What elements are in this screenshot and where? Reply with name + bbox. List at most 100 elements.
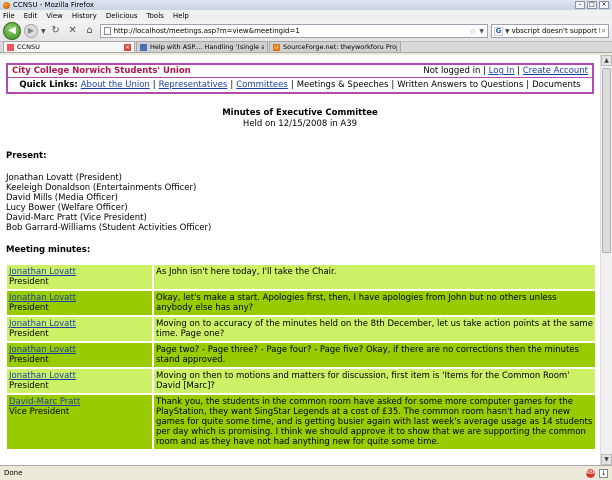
forward-button[interactable]: ▶ [24,24,38,38]
scroll-up-icon[interactable]: ▲ [601,55,612,66]
statement-cell: Moving on to accuracy of the minutes hel… [154,317,595,341]
speaker-cell: Jonathan Lovatt President [7,369,152,393]
site-header: City College Norwich Students' Union Not… [6,63,594,94]
login-link[interactable]: Log In [489,66,515,76]
search-engine-dropdown-icon[interactable]: ▼ [505,28,510,35]
google-icon[interactable]: G [494,26,503,36]
page-title: Minutes of Executive Committee [222,108,378,118]
title-bar: CCNSU - Mozilla Firefox – □ × [0,0,612,10]
page-content: City College Norwich Students' Union Not… [0,55,600,465]
speaker-role: President [9,381,49,391]
account-links: Not logged in | Log In | Create Account [423,66,588,76]
menu-file[interactable]: File [3,12,15,20]
url-dropdown-icon[interactable]: ▼ [479,28,484,35]
download-icon[interactable]: ↓ [599,468,608,478]
site-brand: City College Norwich Students' Union [12,66,191,76]
reload-icon[interactable]: ↻ [49,24,63,38]
speaker-link[interactable]: Jonathan Lovatt [9,267,76,277]
tab-favicon [7,43,14,51]
navigation-toolbar: ◀ ▶ ▼ ↻ ✕ ⌂ http://localhost/meetings.as… [0,21,612,42]
status-text: Done [4,469,23,477]
speaker-link[interactable]: Jonathan Lovatt [9,319,76,329]
search-input[interactable]: vbscript doesn't support time [512,27,600,35]
menu-help[interactable]: Help [173,12,189,20]
menu-delicious[interactable]: Delicious [106,12,138,20]
home-icon[interactable]: ⌂ [83,24,97,38]
table-row: Jonathan Lovatt President Okay, let's ma… [7,291,595,315]
speaker-role: President [9,355,49,365]
committees-link[interactable]: Committees [236,80,288,90]
speaker-link[interactable]: Jonathan Lovatt [9,371,76,381]
tab-favicon [140,43,147,51]
status-bar: Done ABP ↓ [0,465,612,480]
table-row: David-Marc Pratt Vice President Thank yo… [7,395,595,449]
attendee-list: Jonathan Lovatt (President) Keeleigh Don… [6,173,600,233]
speaker-cell: David-Marc Pratt Vice President [7,395,152,449]
url-bar[interactable]: http://localhost/meetings.asp?m=view&mee… [99,24,488,38]
page-icon [103,27,111,35]
statement-cell: Moving on then to motions and matters fo… [154,369,595,393]
tab-sourceforge[interactable]: SF SourceForge.net: theyworkforu Proje..… [269,41,401,52]
speaker-role: President [9,303,49,313]
quick-links: Quick Links: About the Union | Represent… [19,80,581,90]
speaker-cell: Jonathan Lovatt President [7,343,152,367]
url-text[interactable]: http://localhost/meetings.asp?m=view&mee… [114,27,467,35]
attendee: David Mills (Media Officer) [6,193,118,203]
minimize-button[interactable]: – [575,1,585,9]
scrollbar-thumb[interactable] [602,68,611,253]
attendee: Jonathan Lovatt (President) [6,173,122,183]
menu-tools[interactable]: Tools [147,12,164,20]
back-button[interactable]: ◀ [3,22,21,40]
speaker-link[interactable]: Jonathan Lovatt [9,293,76,303]
menu-history[interactable]: History [72,12,97,20]
menu-bar: File Edit View History Delicious Tools H… [0,10,612,21]
representatives-link[interactable]: Representatives [159,80,228,90]
speaker-role: President [9,277,49,287]
table-row: Jonathan Lovatt President Moving on then… [7,369,595,393]
search-icon[interactable]: ⌕ [602,26,606,36]
documents-link[interactable]: Documents [532,80,580,90]
attendee: Keeleigh Donaldson (Entertainments Offic… [6,183,197,193]
statement-cell: Okay, let's make a start. Apologies firs… [154,291,595,315]
meeting-held: Held on 12/15/2008 in A39 [242,119,358,129]
tab-label: SourceForge.net: theyworkforu Proje... [283,43,397,51]
browser-window: CCNSU - Mozilla Firefox – □ × File Edit … [0,0,612,480]
stop-icon[interactable]: ✕ [66,24,80,38]
close-button[interactable]: × [599,1,609,9]
vertical-scrollbar[interactable]: ▲ ▼ [600,55,612,465]
minutes-table: Jonathan Lovatt President As John isn't … [5,263,597,451]
speaker-role: Vice President [9,407,70,417]
login-status: Not logged in [423,66,481,76]
statement-cell: Page two? - Page three? - Page four? - P… [154,343,595,367]
bookmark-star-icon[interactable]: ☆ [469,27,476,36]
create-account-link[interactable]: Create Account [523,66,588,76]
scroll-down-icon[interactable]: ▼ [601,454,612,465]
search-box[interactable]: G ▼ vbscript doesn't support time ⌕ [491,24,609,38]
adblock-icon[interactable]: ABP [586,468,596,478]
attendee: Bob Garrard-Williams (Student Activities… [6,223,212,233]
maximize-button[interactable]: □ [587,1,597,9]
menu-view[interactable]: View [46,12,63,20]
speaker-link[interactable]: David-Marc Pratt [9,397,80,407]
about-link[interactable]: About the Union [81,80,150,90]
speaker-cell: Jonathan Lovatt President [7,265,152,289]
table-row: Jonathan Lovatt President Moving on to a… [7,317,595,341]
quick-links-label: Quick Links: [19,80,78,90]
statement-cell: Thank you, the students in the common ro… [154,395,595,449]
menu-edit[interactable]: Edit [24,12,38,20]
tab-bar: CCNSU × Help with ASP.... Handling '(sin… [0,41,612,53]
history-dropdown-icon[interactable]: ▼ [41,28,46,35]
tab-label: CCNSU [17,43,40,51]
firefox-icon [3,1,10,9]
meeting-minutes-heading: Meeting minutes: [6,245,91,255]
present-heading: Present: [6,151,47,161]
statement-cell: As John isn't here today, I'll take the … [154,265,595,289]
tab-ccnsu[interactable]: CCNSU × [3,41,135,52]
meetings-link[interactable]: Meetings & Speeches [297,80,389,90]
speaker-link[interactable]: Jonathan Lovatt [9,345,76,355]
speaker-role: President [9,329,49,339]
written-answers-link[interactable]: Written Answers to Questions [397,80,523,90]
close-tab-icon[interactable]: × [124,43,131,51]
tab-asp-help[interactable]: Help with ASP.... Handling '(single apos… [136,41,268,52]
speaker-cell: Jonathan Lovatt President [7,291,152,315]
